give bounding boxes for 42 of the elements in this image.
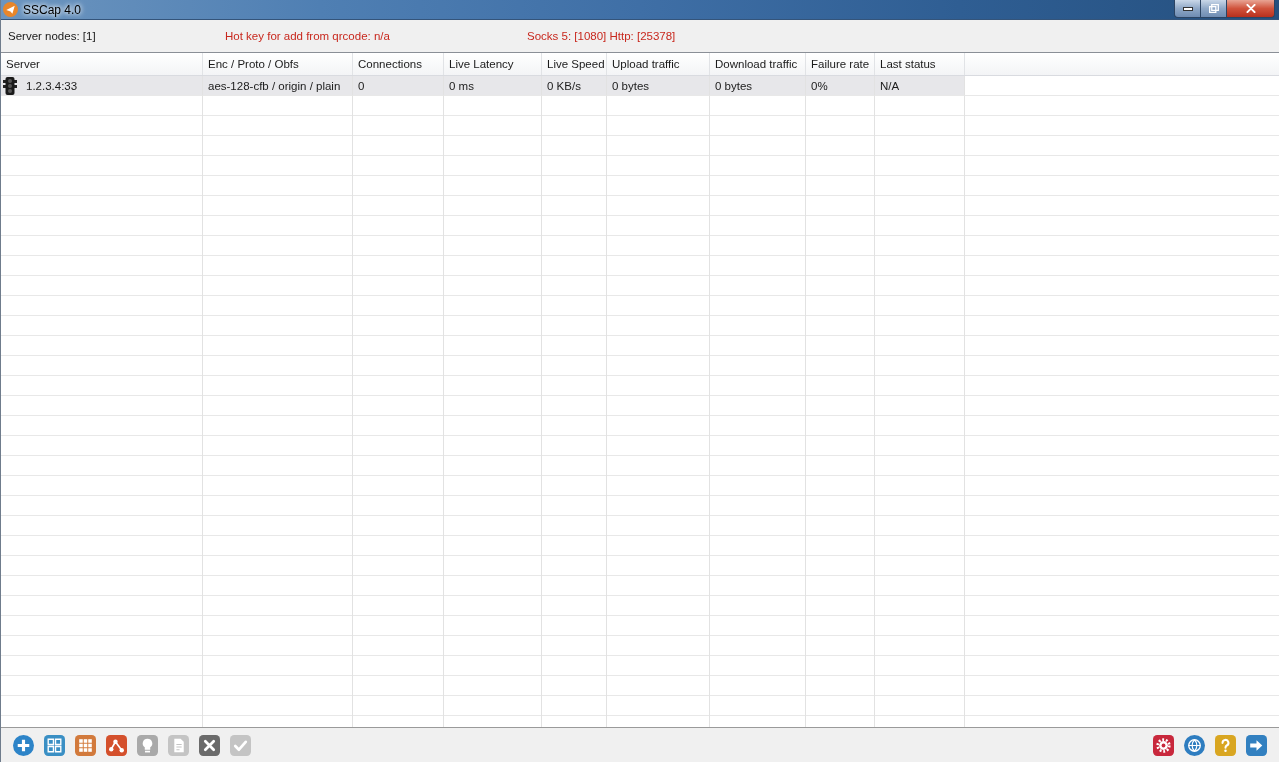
column-header[interactable]: Download traffic xyxy=(710,53,806,75)
restore-icon xyxy=(1208,4,1219,13)
column-header[interactable]: Failure rate xyxy=(806,53,875,75)
restore-button[interactable] xyxy=(1201,0,1227,18)
connected-nodes-icon xyxy=(106,734,127,756)
paper-plane-icon xyxy=(3,2,18,17)
column-header[interactable]: Server xyxy=(1,53,203,75)
question-mark-icon xyxy=(1215,734,1236,756)
layout-button[interactable] xyxy=(44,734,65,756)
column-header[interactable]: Enc / Proto / Obfs xyxy=(203,53,353,75)
check-icon xyxy=(230,734,251,756)
document-icon xyxy=(168,734,189,756)
x-icon xyxy=(199,734,220,756)
globe-icon xyxy=(1184,734,1205,756)
server-nodes-text: Server nodes: [1] xyxy=(7,30,97,42)
settings-icon xyxy=(1153,734,1174,756)
settings-button[interactable] xyxy=(1153,734,1174,756)
column-header[interactable]: Last status xyxy=(875,53,965,75)
traffic-light-icon xyxy=(3,76,17,95)
help-button[interactable] xyxy=(1215,734,1236,756)
close-button[interactable] xyxy=(1227,0,1275,18)
window-title: SSCap 4.0 xyxy=(23,2,82,17)
column-header[interactable]: Live Latency xyxy=(444,53,542,75)
column-header[interactable]: Connections xyxy=(353,53,444,75)
add-button[interactable] xyxy=(13,734,34,756)
table-row[interactable]: 1.2.3.4:33 aes-128-cfb / origin / plain 0 0 ms 0 KB/s 0 bytes 0 bytes 0% N/A xyxy=(1,76,965,96)
lightbulb-icon xyxy=(137,734,158,756)
share-button[interactable] xyxy=(106,734,127,756)
grid-button[interactable] xyxy=(75,734,96,756)
exit-button[interactable] xyxy=(1246,734,1267,756)
grid-icon xyxy=(75,734,96,756)
delete-button[interactable] xyxy=(199,734,220,756)
column-header[interactable]: Upload traffic xyxy=(607,53,710,75)
plus-icon xyxy=(13,734,34,756)
minimize-button[interactable] xyxy=(1174,0,1201,18)
close-icon xyxy=(1245,4,1256,13)
ports-text: Socks 5: [1080] Http: [25378] xyxy=(527,30,676,42)
column-header[interactable]: Live Speed xyxy=(542,53,607,75)
window-grid-icon xyxy=(44,734,65,756)
minimize-icon xyxy=(1182,6,1193,11)
hotkey-text: Hot key for add from qrcode: n/a xyxy=(225,30,391,42)
globe-button[interactable] xyxy=(1184,734,1205,756)
